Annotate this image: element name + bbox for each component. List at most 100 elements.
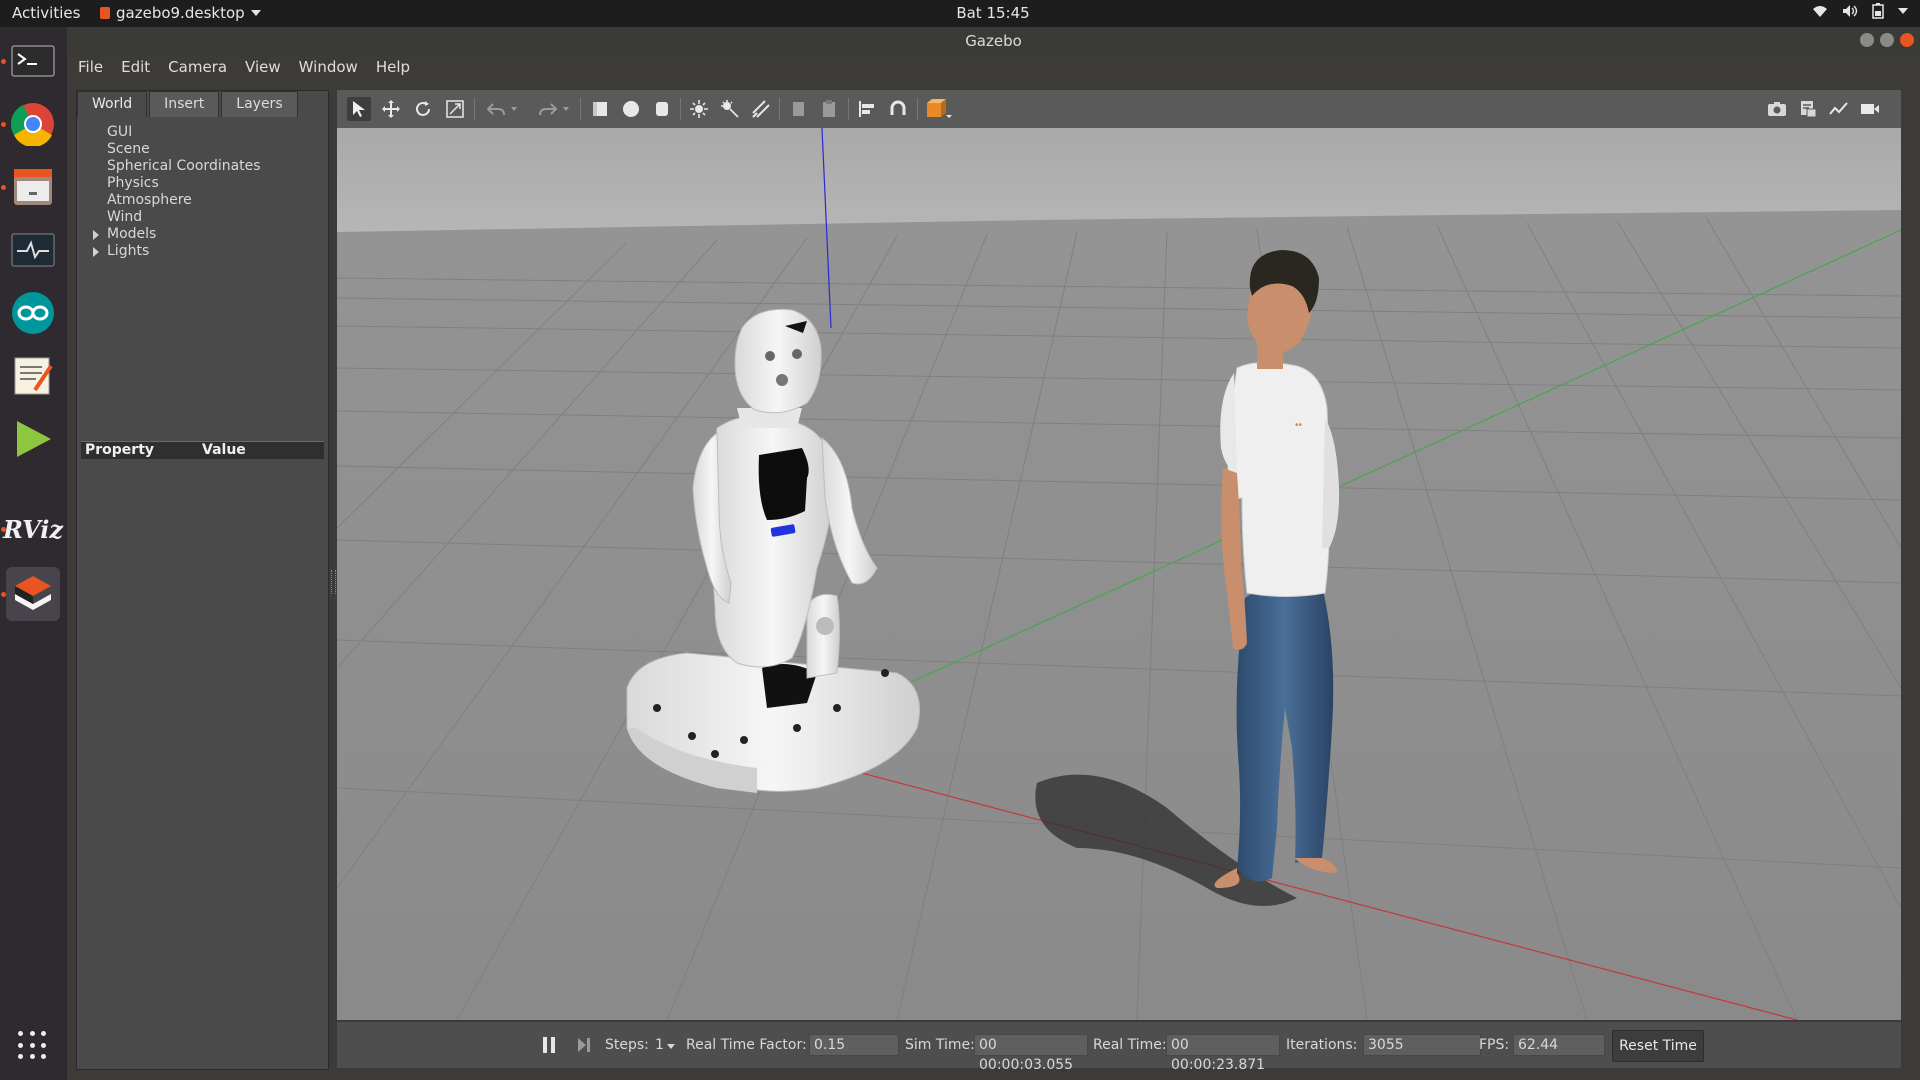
- tree-item-lights[interactable]: Lights: [77, 243, 326, 260]
- snap-button[interactable]: [886, 97, 910, 121]
- files-icon[interactable]: [6, 160, 60, 214]
- undo-history-dropdown[interactable]: [508, 97, 520, 121]
- battery-icon: [1872, 3, 1884, 19]
- chevron-down-icon: [1898, 8, 1908, 14]
- paste-button[interactable]: [817, 97, 841, 121]
- tab-insert[interactable]: Insert: [149, 91, 220, 117]
- tree-item-physics[interactable]: Physics: [77, 175, 326, 192]
- record-video-button[interactable]: [1858, 97, 1882, 121]
- property-column-header[interactable]: Property: [85, 442, 154, 459]
- pause-icon: [543, 1037, 547, 1053]
- maximize-button[interactable]: [1880, 33, 1894, 47]
- spot-light-button[interactable]: [718, 97, 742, 121]
- menu-help[interactable]: Help: [367, 54, 419, 81]
- rotate-mode-button[interactable]: [411, 97, 435, 121]
- tab-world[interactable]: World: [77, 91, 148, 117]
- right-panel-collapsed[interactable]: [1901, 90, 1920, 1068]
- pause-icon-bar: [551, 1037, 555, 1053]
- redo-button[interactable]: [536, 97, 560, 121]
- fps-field: 62.44: [1513, 1034, 1605, 1056]
- undo-button[interactable]: [484, 97, 508, 121]
- align-icon: [859, 101, 874, 117]
- left-panel: World Insert Layers GUI Scene Spherical …: [76, 90, 329, 1070]
- view-angle-button[interactable]: [924, 97, 954, 121]
- plot-icon: [1829, 102, 1848, 115]
- reset-time-button[interactable]: Reset Time: [1612, 1030, 1704, 1062]
- menu-view[interactable]: View: [236, 54, 290, 81]
- panel-splitter-handle[interactable]: [331, 570, 336, 594]
- steps-value[interactable]: 1: [655, 1037, 664, 1053]
- tree-item-spherical-coordinates[interactable]: Spherical Coordinates: [77, 158, 326, 175]
- gazebo-icon[interactable]: [6, 567, 60, 621]
- window-title: Gazebo: [965, 32, 1022, 50]
- directional-light-icon: [752, 100, 770, 118]
- dock: RViz: [0, 27, 67, 1080]
- value-column-header[interactable]: Value: [202, 442, 246, 459]
- real-time-factor-label: Real Time Factor:: [686, 1037, 807, 1053]
- tree-item-atmosphere[interactable]: Atmosphere: [77, 192, 326, 209]
- magnet-icon: [890, 100, 906, 115]
- paste-icon: [823, 100, 835, 117]
- redo-history-dropdown[interactable]: [560, 97, 572, 121]
- align-button[interactable]: [855, 97, 879, 121]
- rotate-icon: [416, 101, 430, 116]
- menu-window[interactable]: Window: [290, 54, 367, 81]
- undo-icon: [486, 103, 505, 116]
- top-bar: Activities gazebo9.desktop Bat 15:45: [0, 0, 1920, 27]
- video-camera-icon: [1861, 104, 1879, 114]
- chrome-icon[interactable]: [6, 97, 60, 151]
- world-tree: GUI Scene Spherical Coordinates Physics …: [77, 124, 326, 260]
- menu-edit[interactable]: Edit: [112, 54, 159, 81]
- sphere-shape-button[interactable]: [619, 97, 643, 121]
- text-editor-icon[interactable]: [6, 349, 60, 403]
- step-button[interactable]: [576, 1036, 592, 1054]
- clock[interactable]: Bat 15:45: [0, 4, 1920, 22]
- chevron-down-icon[interactable]: [667, 1044, 675, 1049]
- volume-icon: [1843, 5, 1858, 17]
- tree-item-scene[interactable]: Scene: [77, 141, 326, 158]
- tree-item-gui[interactable]: GUI: [77, 124, 326, 141]
- svg-text:••: ••: [1295, 420, 1303, 431]
- tree-item-wind[interactable]: Wind: [77, 209, 326, 226]
- play-icon[interactable]: [6, 412, 60, 466]
- arduino-icon[interactable]: [6, 286, 60, 340]
- steps-label: Steps:: [605, 1037, 649, 1053]
- menu-camera[interactable]: Camera: [159, 54, 236, 81]
- wifi-icon: [1813, 6, 1827, 17]
- scene-viewport[interactable]: ••: [337, 128, 1901, 1020]
- menu-file[interactable]: File: [69, 54, 112, 81]
- terminal-icon[interactable]: [6, 34, 60, 88]
- window-titlebar[interactable]: Gazebo: [67, 27, 1920, 54]
- screenshot-button[interactable]: [1765, 97, 1789, 121]
- real-time-factor-field: 0.15: [809, 1034, 899, 1056]
- copy-icon: [793, 102, 804, 116]
- show-applications-button[interactable]: [18, 1031, 48, 1061]
- directional-light-button[interactable]: [749, 97, 773, 121]
- log-icon: [1801, 101, 1817, 118]
- real-time-field: 00 00:00:23.871: [1166, 1034, 1280, 1073]
- scale-mode-button[interactable]: [443, 97, 467, 121]
- close-button[interactable]: [1900, 33, 1914, 47]
- tab-layers[interactable]: Layers: [221, 91, 298, 117]
- translate-mode-button[interactable]: [379, 97, 403, 121]
- system-monitor-icon[interactable]: [6, 223, 60, 277]
- scene-render: ••: [337, 128, 1901, 1020]
- plot-button[interactable]: [1827, 97, 1851, 121]
- rviz-icon[interactable]: RViz: [2, 502, 64, 556]
- pause-button[interactable]: [541, 1036, 557, 1054]
- rviz-label: RViz: [2, 514, 64, 544]
- system-tray[interactable]: [1812, 3, 1908, 19]
- minimize-button[interactable]: [1860, 33, 1874, 47]
- select-mode-button[interactable]: [347, 97, 371, 121]
- fps-label: FPS:: [1479, 1037, 1510, 1053]
- spotlight-icon: [721, 100, 739, 118]
- box-shape-button[interactable]: [588, 97, 612, 121]
- redo-icon: [539, 103, 558, 116]
- cylinder-shape-button[interactable]: [650, 97, 674, 121]
- tree-item-models[interactable]: Models: [77, 226, 326, 243]
- log-button[interactable]: [1796, 97, 1820, 121]
- property-table-header: Property Value: [81, 441, 324, 459]
- point-light-button[interactable]: [687, 97, 711, 121]
- copy-button[interactable]: [786, 97, 810, 121]
- chevron-down-icon: [511, 107, 517, 111]
